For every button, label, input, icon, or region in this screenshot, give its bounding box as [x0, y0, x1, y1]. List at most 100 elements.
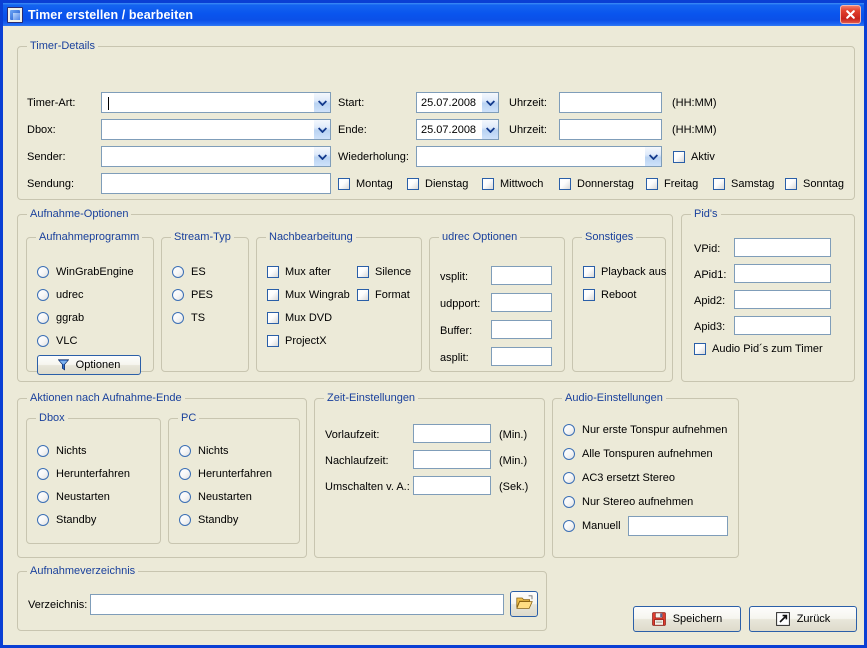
radio-ggrab[interactable]: ggrab [37, 312, 84, 324]
ende-date-combobox[interactable]: 25.07.2008 [416, 119, 499, 140]
checkbox-audio-pids-zum-timer[interactable]: Audio Pid´s zum Timer [694, 343, 823, 355]
apid1-label: APid1: [694, 269, 727, 281]
nachlaufzeit-input[interactable] [413, 450, 491, 469]
checkbox-mux-wingrab[interactable]: Mux Wingrab [267, 289, 350, 301]
vorlaufzeit-label: Vorlaufzeit: [325, 429, 380, 441]
checkbox-icon [357, 266, 369, 278]
checkbox-projectx[interactable]: ProjectX [267, 335, 327, 347]
aufnahme-optionen-legend: Aufnahme-Optionen [27, 208, 132, 220]
radio-ac3-ersetzt-stereo[interactable]: AC3 ersetzt Stereo [563, 472, 675, 484]
dbox-combobox[interactable] [101, 119, 331, 140]
chevron-down-icon[interactable] [313, 120, 330, 139]
radio-icon [37, 468, 49, 480]
timer-art-combobox[interactable] [101, 92, 331, 113]
radio-vlc[interactable]: VLC [37, 335, 77, 347]
checkbox-mux-dvd[interactable]: Mux DVD [267, 312, 332, 324]
chevron-down-icon[interactable] [481, 93, 498, 112]
radio-icon [172, 312, 184, 324]
start-time-input[interactable] [559, 92, 662, 113]
radio-label: Standby [56, 514, 97, 526]
start-date-combobox[interactable]: 25.07.2008 [416, 92, 499, 113]
radio-label: Standby [198, 514, 239, 526]
vpid-input[interactable] [734, 238, 831, 257]
radio-udrec[interactable]: udrec [37, 289, 84, 301]
udpport-input[interactable] [491, 293, 552, 312]
verzeichnis-input[interactable] [90, 594, 504, 615]
manuell-input[interactable] [628, 516, 728, 536]
radio-nur-stereo[interactable]: Nur Stereo aufnehmen [563, 496, 693, 508]
vorlaufzeit-input[interactable] [413, 424, 491, 443]
checkbox-playback-aus[interactable]: Playback aus [583, 266, 666, 278]
radio-label: AC3 ersetzt Stereo [582, 472, 675, 484]
checkbox-icon [357, 289, 369, 301]
close-icon[interactable] [840, 5, 861, 24]
radio-wingrabengine[interactable]: WinGrabEngine [37, 266, 134, 278]
chevron-down-icon[interactable] [644, 147, 661, 166]
radio-pc-neustarten[interactable]: Neustarten [179, 491, 252, 503]
nachlaufzeit-unit: (Min.) [499, 455, 528, 467]
optionen-button[interactable]: Optionen [37, 355, 141, 375]
browse-folder-button[interactable] [510, 591, 538, 617]
radio-pc-herunterfahren[interactable]: Herunterfahren [179, 468, 272, 480]
apid1-input[interactable] [734, 264, 831, 283]
checkbox-icon [694, 343, 706, 355]
ende-date-value: 25.07.2008 [421, 123, 477, 136]
aktionen-pc-group: PC Nichts Herunterfahren Neustarten Stan… [168, 412, 300, 544]
checkbox-icon [583, 289, 595, 301]
weekday-checkbox-donnerstag[interactable]: Donnerstag [559, 178, 634, 190]
checkbox-icon [407, 178, 419, 190]
radio-dbox-standby[interactable]: Standby [37, 514, 96, 526]
checkbox-format[interactable]: Format [357, 289, 410, 301]
radio-icon [563, 472, 575, 484]
start-date-value: 25.07.2008 [421, 96, 477, 109]
ende-time-input[interactable] [559, 119, 662, 140]
radio-dbox-neustarten[interactable]: Neustarten [37, 491, 110, 503]
weekday-checkbox-sonntag[interactable]: Sonntag [785, 178, 844, 190]
chevron-down-icon[interactable] [313, 93, 330, 112]
weekday-checkbox-montag[interactable]: Montag [338, 178, 393, 190]
wiederholung-combobox[interactable] [416, 146, 662, 167]
chevron-down-icon[interactable] [481, 120, 498, 139]
radio-dbox-herunterfahren[interactable]: Herunterfahren [37, 468, 130, 480]
radio-pc-standby[interactable]: Standby [179, 514, 238, 526]
radio-es[interactable]: ES [172, 266, 206, 278]
radio-pes[interactable]: PES [172, 289, 213, 301]
aktionen-dbox-legend: Dbox [36, 412, 68, 424]
weekday-label: Sonntag [803, 178, 844, 190]
radio-dbox-nichts[interactable]: Nichts [37, 445, 87, 457]
radio-nur-erste-tonspur[interactable]: Nur erste Tonspur aufnehmen [563, 424, 727, 436]
radio-ts[interactable]: TS [172, 312, 205, 324]
radio-manuell[interactable]: Manuell [563, 520, 621, 532]
zurueck-button[interactable]: Zurück [749, 606, 857, 632]
radio-icon [179, 491, 191, 503]
zeit-einstellungen-legend: Zeit-Einstellungen [324, 392, 419, 404]
timer-details-legend: Timer-Details [27, 40, 98, 52]
buffer-input[interactable] [491, 320, 552, 339]
apid3-input[interactable] [734, 316, 831, 335]
checkbox-label: Reboot [601, 289, 637, 301]
weekday-checkbox-mittwoch[interactable]: Mittwoch [482, 178, 543, 190]
radio-alle-tonspuren[interactable]: Alle Tonspuren aufnehmen [563, 448, 713, 460]
aktiv-checkbox[interactable]: Aktiv [673, 151, 715, 163]
apid2-input[interactable] [734, 290, 831, 309]
sendung-input[interactable] [101, 173, 331, 194]
window-title: Timer erstellen / bearbeiten [28, 7, 194, 22]
umschalten-input[interactable] [413, 476, 491, 495]
checkbox-icon [673, 151, 685, 163]
radio-icon [37, 514, 49, 526]
weekday-checkbox-dienstag[interactable]: Dienstag [407, 178, 468, 190]
radio-icon [179, 468, 191, 480]
weekday-checkbox-freitag[interactable]: Freitag [646, 178, 698, 190]
checkbox-silence[interactable]: Silence [357, 266, 411, 278]
timer-art-label: Timer-Art: [27, 97, 76, 109]
sender-combobox[interactable] [101, 146, 331, 167]
udrec-optionen-legend: udrec Optionen [439, 231, 521, 243]
radio-pc-nichts[interactable]: Nichts [179, 445, 229, 457]
speichern-button[interactable]: Speichern [633, 606, 741, 632]
weekday-checkbox-samstag[interactable]: Samstag [713, 178, 774, 190]
checkbox-reboot[interactable]: Reboot [583, 289, 636, 301]
chevron-down-icon[interactable] [313, 147, 330, 166]
asplit-input[interactable] [491, 347, 552, 366]
checkbox-mux-after[interactable]: Mux after [267, 266, 331, 278]
vsplit-input[interactable] [491, 266, 552, 285]
